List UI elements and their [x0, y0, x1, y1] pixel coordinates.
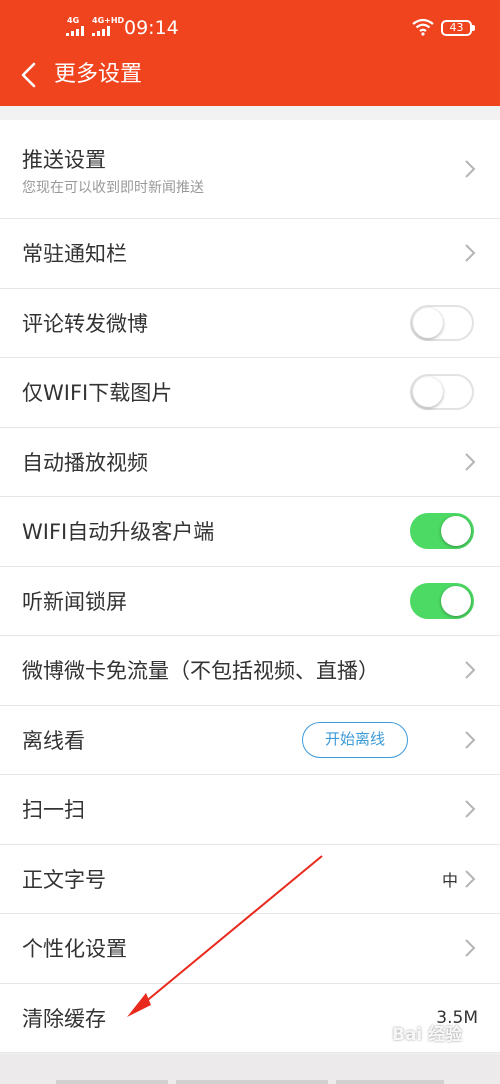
status-time: 09:14	[124, 17, 179, 39]
start-offline-button[interactable]: 开始离线	[302, 721, 408, 758]
setting-persistent-notification[interactable]: 常驻通知栏	[0, 219, 500, 289]
setting-comment-repost-weibo: 评论转发微博	[0, 289, 500, 358]
chevron-right-icon	[465, 731, 476, 749]
setting-autoplay-video[interactable]: 自动播放视频	[0, 428, 500, 497]
signal-label-1: 4G	[67, 16, 80, 25]
font-size-value: 中	[441, 870, 458, 890]
top-bar: 4G 4G+HD 09:14 43 更多设置	[0, 0, 500, 106]
setting-personalization[interactable]: 个性化设置	[0, 914, 500, 984]
settings-list: 推送设置 您现在可以收到即时新闻推送 常驻通知栏 评论转发微博 仅WIFI下载图…	[0, 120, 500, 1053]
setting-weibo-card-free-data[interactable]: 微博微卡免流量（不包括视频、直播）	[0, 636, 500, 706]
setting-font-size-label: 正文字号	[22, 867, 106, 892]
page-title: 更多设置	[54, 62, 143, 87]
bottom-bar	[0, 1054, 500, 1084]
chevron-right-icon	[465, 939, 476, 957]
chevron-right-icon	[465, 453, 476, 471]
battery-icon: 43	[441, 20, 475, 36]
setting-listen-news-lock-screen: 听新闻锁屏	[0, 567, 500, 636]
setting-wifi-only-images: 仅WIFI下载图片	[0, 358, 500, 428]
setting-personalization-label: 个性化设置	[22, 937, 127, 962]
setting-push-subtitle: 您现在可以收到即时新闻推送	[22, 180, 204, 196]
comment-repost-weibo-toggle[interactable]	[410, 304, 474, 341]
setting-wifi-only-images-label: 仅WIFI下载图片	[22, 381, 173, 406]
status-bar: 4G 4G+HD 09:14 43	[0, 0, 500, 58]
signal-label-2: 4G+HD	[92, 16, 125, 25]
battery-level: 43	[449, 21, 464, 34]
setting-weibo-card-free-data-label: 微博微卡免流量（不包括视频、直播）	[22, 659, 379, 684]
setting-push-label: 推送设置	[22, 148, 106, 172]
setting-listen-news-lock-screen-label: 听新闻锁屏	[22, 589, 127, 614]
setting-autoplay-video-label: 自动播放视频	[22, 450, 148, 475]
signal-bars-2-icon	[92, 26, 110, 36]
setting-offline-reading-label: 离线看	[22, 728, 85, 753]
wifi-icon	[412, 18, 434, 36]
setting-scan[interactable]: 扫一扫	[0, 775, 500, 845]
listen-news-lock-screen-toggle[interactable]	[410, 582, 474, 619]
watermark: Bai 经验	[392, 1025, 463, 1045]
setting-persistent-notification-label: 常驻通知栏	[22, 242, 127, 267]
setting-wifi-auto-upgrade: WIFI自动升级客户端	[0, 497, 500, 567]
wifi-only-images-toggle[interactable]	[410, 374, 474, 411]
setting-clear-cache-label: 清除缓存	[22, 1006, 106, 1031]
setting-comment-repost-weibo-label: 评论转发微博	[22, 311, 148, 336]
chevron-right-icon	[465, 160, 476, 178]
chevron-right-icon	[465, 244, 476, 262]
wifi-auto-upgrade-toggle[interactable]	[410, 513, 474, 550]
setting-scan-label: 扫一扫	[22, 798, 85, 823]
signal-bars-1-icon	[66, 26, 84, 36]
setting-offline-reading[interactable]: 离线看 开始离线	[0, 706, 500, 775]
chevron-right-icon	[465, 800, 476, 818]
setting-push[interactable]: 推送设置 您现在可以收到即时新闻推送	[0, 120, 500, 219]
setting-font-size[interactable]: 正文字号 中	[0, 845, 500, 914]
setting-wifi-auto-upgrade-label: WIFI自动升级客户端	[22, 520, 215, 545]
chevron-right-icon	[465, 661, 476, 679]
chevron-right-icon	[465, 870, 476, 888]
back-arrow-icon[interactable]	[16, 60, 42, 90]
